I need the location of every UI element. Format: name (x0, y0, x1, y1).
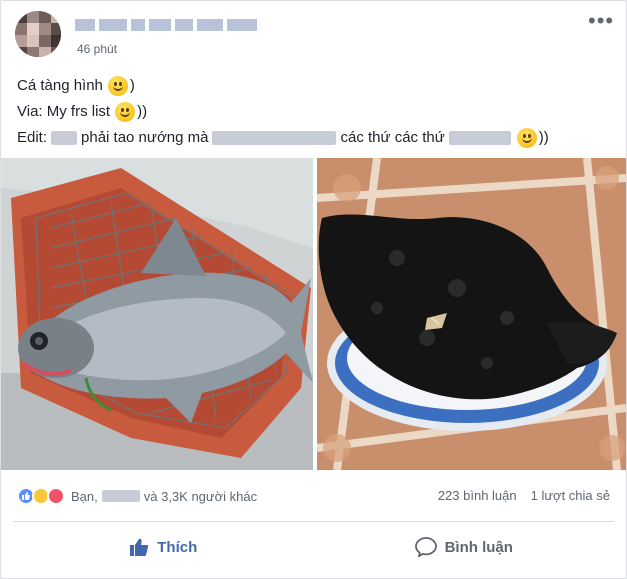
post-line-3-part-b: phải tao nướng mà (81, 129, 209, 146)
action-bar: Thích Bình luận (13, 525, 614, 569)
comment-button[interactable]: Bình luận (314, 525, 615, 569)
raw-fish-image (1, 158, 313, 470)
burnt-fish-image (317, 158, 626, 470)
post-line-2: Via: My frs list )) (17, 99, 549, 125)
thumbs-up-icon (130, 538, 149, 556)
like-button-label: Thích (157, 538, 198, 556)
reactions-summary[interactable]: Bạn, và 3,3K người khác (17, 486, 257, 506)
smile-emoji-icon (516, 128, 537, 148)
like-button[interactable]: Thích (13, 525, 314, 569)
photo-burnt-fish[interactable] (317, 158, 626, 470)
shares-count[interactable]: 1 lượt chia sẻ (531, 488, 610, 503)
post-line-1-end: ) (129, 77, 135, 94)
post-header: 46 phút ••• (15, 10, 613, 61)
reactions-suffix: và 3,3K người khác (143, 488, 258, 504)
redacted-text (212, 131, 337, 145)
post-line-3: Edit: phải tao nướng mà các thứ các thứ … (17, 125, 549, 151)
post-timestamp[interactable]: 46 phút (77, 42, 117, 56)
thumb-icon (22, 492, 30, 500)
post-line-3-label: Edit: (17, 129, 48, 146)
post-line-1-text: Cá tàng hình (17, 77, 103, 94)
love-reaction-icon (47, 487, 65, 505)
post-stats: 223 bình luận 1 lượt chia sẻ (438, 488, 610, 503)
smile-emoji-icon (115, 102, 136, 122)
post-line-2-end: )) (137, 103, 148, 120)
post-text: Cá tàng hình ) Via: My frs list )) Edit:… (17, 73, 549, 151)
avatar[interactable] (15, 11, 61, 57)
more-options-icon[interactable]: ••• (588, 10, 613, 35)
comment-bubble-icon (414, 537, 437, 557)
post-line-3-part-c: các thứ các thứ (340, 129, 445, 146)
divider (13, 521, 614, 522)
redacted-text (448, 131, 511, 145)
post-line-1: Cá tàng hình ) (17, 73, 549, 99)
author-name-redacted[interactable] (75, 17, 275, 33)
redacted-text (51, 131, 78, 145)
redacted-name (101, 490, 140, 502)
photo-raw-fish[interactable] (1, 158, 313, 470)
reactions-prefix: Bạn, (71, 488, 98, 504)
post-card: 46 phút ••• Cá tàng hình ) Via: My frs l… (0, 0, 627, 579)
photo-grid (1, 158, 626, 470)
comments-count[interactable]: 223 bình luận (438, 488, 517, 503)
post-line-2-text: Via: My frs list (17, 103, 111, 120)
comment-button-label: Bình luận (444, 538, 513, 556)
post-line-3-end: )) (538, 129, 549, 146)
smile-emoji-icon (107, 76, 128, 96)
